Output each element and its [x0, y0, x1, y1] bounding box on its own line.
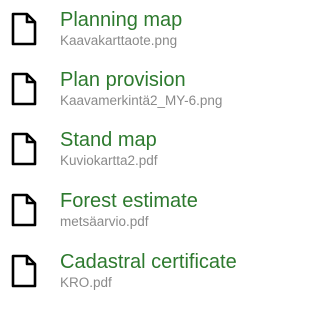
document-link-plan-provision[interactable]: Plan provision Kaavamerkintä2_MY-6.png [0, 68, 294, 124]
document-link-cadastral-certificate[interactable]: Cadastral certificate KRO.pdf [0, 250, 294, 306]
document-title[interactable]: Plan provision [60, 68, 186, 92]
document-filename: Kuviokartta2.pdf [60, 153, 158, 168]
document-title[interactable]: Forest estimate [60, 189, 198, 213]
document-filename: metsäarvio.pdf [60, 214, 149, 229]
document-title[interactable]: Cadastral certificate [60, 250, 237, 274]
document-title[interactable]: Planning map [60, 8, 182, 32]
document-icon [11, 193, 37, 227]
document-link-planning-map[interactable]: Planning map Kaavakarttaote.png [0, 8, 294, 64]
document-icon [11, 72, 37, 106]
document-filename: Kaavakarttaote.png [60, 33, 178, 48]
document-title[interactable]: Stand map [60, 128, 157, 152]
document-filename: KRO.pdf [60, 275, 112, 290]
document-icon [11, 12, 37, 46]
document-link-stand-map[interactable]: Stand map Kuviokartta2.pdf [0, 128, 294, 184]
document-list: Planning map Kaavakarttaote.png Plan pro… [0, 0, 294, 311]
document-icon [11, 254, 37, 288]
document-link-forest-estimate[interactable]: Forest estimate metsäarvio.pdf [0, 189, 294, 245]
document-filename: Kaavamerkintä2_MY-6.png [60, 93, 223, 108]
document-icon [11, 132, 37, 166]
